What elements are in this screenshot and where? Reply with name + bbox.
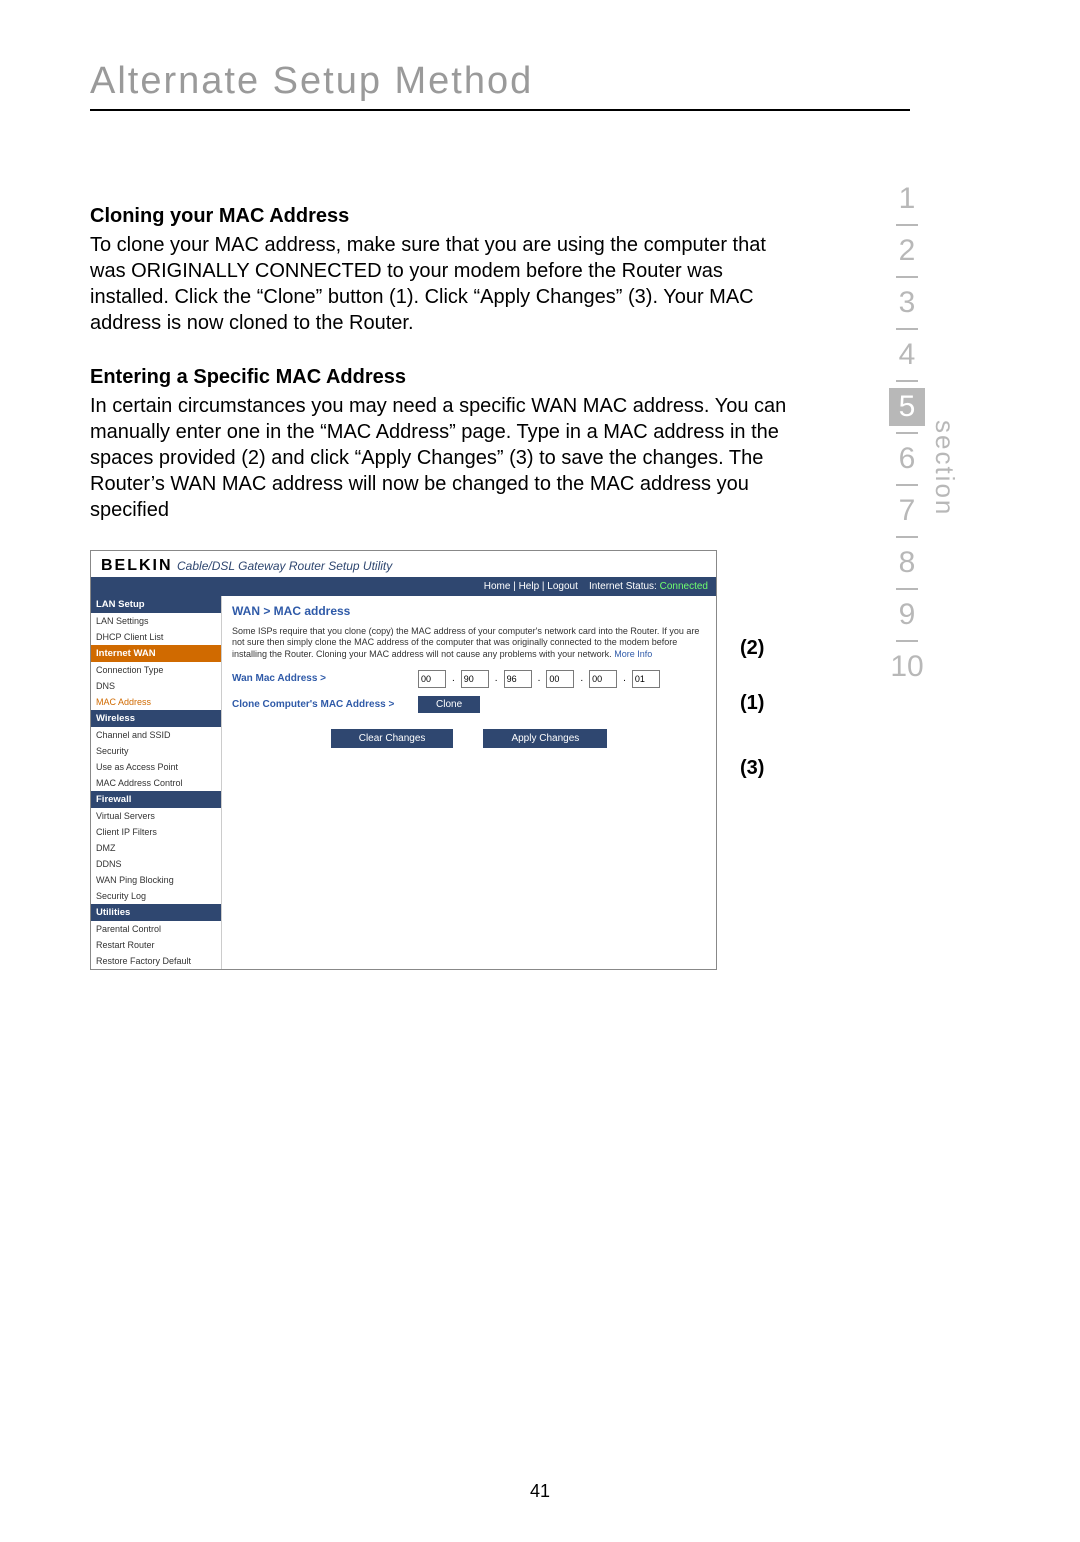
section-num-7: 7 [889,492,925,530]
brand-subtitle: Cable/DSL Gateway Router Setup Utility [177,559,392,573]
topbar-links[interactable]: Home | Help | Logout [484,581,578,592]
chapter-title: Alternate Setup Method [90,60,910,111]
nav-channel-ssid[interactable]: Channel and SSID [91,727,221,743]
section-num-9: 9 [889,596,925,634]
status-value: Connected [660,581,708,592]
brand-name: BELKIN [101,557,173,574]
nav-connection-type[interactable]: Connection Type [91,662,221,678]
nav-parental-control[interactable]: Parental Control [91,921,221,937]
page-number: 41 [0,1481,1080,1502]
section-num-2: 2 [889,232,925,270]
mac-field-4[interactable] [546,670,574,688]
section-label: section [929,420,960,516]
mac-field-5[interactable] [589,670,617,688]
section-num-1: 1 [889,180,925,218]
nav-dmz[interactable]: DMZ [91,840,221,856]
apply-changes-button[interactable]: Apply Changes [483,729,607,748]
more-info-link[interactable]: More Info [614,649,652,659]
nav-dns[interactable]: DNS [91,678,221,694]
paragraph-specific: In certain circumstances you may need a … [90,393,790,523]
clear-changes-button[interactable]: Clear Changes [331,729,454,748]
shot-topbar: Home | Help | Logout Internet Status: Co… [91,577,716,596]
section-index: 1 2 3 4 5 6 7 8 9 10 [889,180,925,686]
clone-label: Clone Computer's MAC Address > [232,699,412,710]
paragraph-cloning: To clone your MAC address, make sure tha… [90,232,790,336]
nav-virtual-servers[interactable]: Virtual Servers [91,808,221,824]
nav-header-utilities: Utilities [91,904,221,921]
nav-client-ip-filters[interactable]: Client IP Filters [91,824,221,840]
section-num-10: 10 [889,648,925,686]
nav-mac-address[interactable]: MAC Address [91,694,221,710]
nav-header-wireless: Wireless [91,710,221,727]
nav-access-point[interactable]: Use as Access Point [91,759,221,775]
nav-header-internet-wan: Internet WAN [91,645,221,662]
heading-specific: Entering a Specific MAC Address [90,366,790,389]
wan-mac-row: Wan Mac Address > . . . . . [232,670,706,688]
status-label: Internet Status: [589,581,657,592]
section-num-4: 4 [889,336,925,374]
nav-dhcp-client-list[interactable]: DHCP Client List [91,629,221,645]
mac-field-6[interactable] [632,670,660,688]
nav-mac-control[interactable]: MAC Address Control [91,775,221,791]
callout-3: (3) [740,757,764,780]
nav-restart-router[interactable]: Restart Router [91,937,221,953]
nav-header-lan: LAN Setup [91,596,221,613]
nav-lan-settings[interactable]: LAN Settings [91,613,221,629]
callout-1: (1) [740,692,764,715]
router-admin-screenshot: BELKIN Cable/DSL Gateway Router Setup Ut… [90,550,717,970]
nav-ddns[interactable]: DDNS [91,856,221,872]
nav-wan-ping-blocking[interactable]: WAN Ping Blocking [91,872,221,888]
clone-row: Clone Computer's MAC Address > Clone [232,696,706,713]
section-num-3: 3 [889,284,925,322]
callout-2: (2) [740,637,764,660]
mac-description: Some ISPs require that you clone (copy) … [232,626,706,660]
nav-header-firewall: Firewall [91,791,221,808]
wan-mac-label: Wan Mac Address > [232,673,412,684]
sidebar-nav: LAN Setup LAN Settings DHCP Client List … [91,596,222,969]
mac-field-1[interactable] [418,670,446,688]
section-num-6: 6 [889,440,925,478]
section-num-8: 8 [889,544,925,582]
nav-security-log[interactable]: Security Log [91,888,221,904]
nav-restore-defaults[interactable]: Restore Factory Default [91,953,221,969]
nav-security[interactable]: Security [91,743,221,759]
heading-cloning: Cloning your MAC Address [90,205,790,228]
shot-main: WAN > MAC address Some ISPs require that… [222,596,716,969]
mac-field-3[interactable] [504,670,532,688]
breadcrumb: WAN > MAC address [232,604,706,618]
section-num-5-current: 5 [889,388,925,426]
shot-brand: BELKIN Cable/DSL Gateway Router Setup Ut… [91,551,716,577]
clone-button[interactable]: Clone [418,696,480,713]
mac-field-2[interactable] [461,670,489,688]
